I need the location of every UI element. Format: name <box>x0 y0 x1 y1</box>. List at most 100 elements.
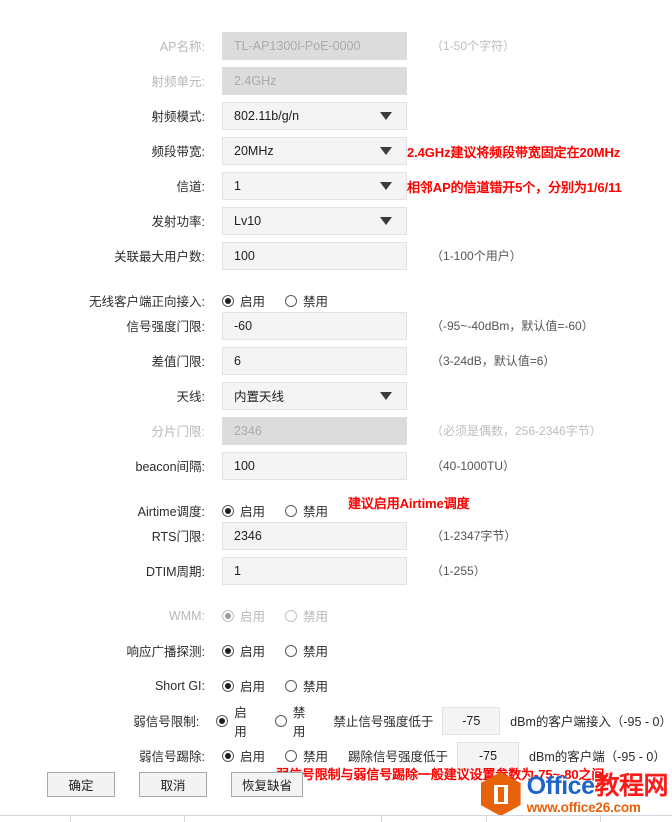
label-band_width: 频段带宽: <box>151 145 205 159</box>
bottom-tick <box>600 815 601 822</box>
select-radio_mode[interactable]: 802.11b/g/n <box>222 101 407 130</box>
radio-dot <box>285 644 298 657</box>
radio-label: 禁用 <box>303 680 329 694</box>
select-value: 20MHz <box>234 143 274 158</box>
control-band_width: 20MHz <box>222 136 407 165</box>
bottom-tick <box>486 815 487 822</box>
input-radio_unit: 2.4GHz <box>222 66 407 95</box>
probe_resp-radio-disable[interactable]: 禁用 <box>285 641 328 660</box>
form-row-wmm: WMM: 启用 禁用 <box>0 598 672 633</box>
control-radio_mode: 802.11b/g/n <box>222 101 407 130</box>
form-row-max_clients: 关联最大用户数: 100 （1-100个用户） <box>0 238 672 273</box>
control-max_clients: 100 <box>222 241 407 270</box>
label-dtim: DTIM周期: <box>145 565 205 579</box>
radio-label: 启用 <box>240 680 266 694</box>
radio-label: 启用 <box>240 750 266 764</box>
control-signal_thresh: -60 <box>222 311 407 340</box>
form-row-weak-signal-limit: 弱信号限制: 启用 禁用 禁止信号强度低于 -75 dBm的客户端接入（-95 - 0） <box>0 702 672 740</box>
control-channel: 1 <box>222 171 407 200</box>
control-radio_unit: 2.4GHz <box>222 66 407 95</box>
input-dtim[interactable]: 1 <box>222 556 407 585</box>
default-button[interactable]: 恢复缺省 <box>231 772 304 797</box>
weak-signal-limit-radio-group: 启用 禁用 <box>216 702 333 740</box>
form-row-rts_thresh: RTS门限: 2346 （1-2347字节） <box>0 518 672 553</box>
chevron-down-icon <box>380 111 392 120</box>
office-hex-icon <box>480 772 521 816</box>
radio-label: 禁用 <box>303 750 329 764</box>
radio-dot <box>222 294 234 307</box>
control-beacon: 100 <box>222 451 407 480</box>
control-antenna: 内置天线 <box>222 381 407 410</box>
chevron-down-icon <box>380 391 392 400</box>
control-tx_power: Lv10 <box>222 206 407 235</box>
prefix-text-weak-signal-limit: 禁止信号强度低于 <box>333 715 434 729</box>
probe_resp-radio-enable[interactable]: 启用 <box>222 641 265 660</box>
radio-label: 禁用 <box>303 610 329 624</box>
select-band_width[interactable]: 20MHz <box>222 136 407 165</box>
weak-signal-limit-radio-enable[interactable]: 启用 <box>216 702 255 740</box>
short_gi-radio-enable[interactable]: 启用 <box>222 676 265 695</box>
form-row-signal_thresh: 信号强度门限: -60 （-95~-40dBm，默认值=-60） <box>0 308 672 343</box>
label-tx_power: 发射功率: <box>151 215 205 229</box>
select-tx_power[interactable]: Lv10 <box>222 206 407 235</box>
select-antenna[interactable]: 内置天线 <box>222 381 407 410</box>
select-channel[interactable]: 1 <box>222 171 407 200</box>
hint-diff_thresh: （3-24dB，默认值=6） <box>431 354 556 368</box>
label-antenna: 天线: <box>176 390 205 404</box>
form-row-frag_thresh: 分片门限: 2346 （必须是偶数，256-2346字节） <box>0 413 672 448</box>
control-short_gi: 启用 禁用 <box>222 676 348 695</box>
weak-signal-limit-radio-disable[interactable]: 禁用 <box>274 702 314 740</box>
note_bandwidth: 2.4GHz建议将频段带宽固定在20MHz <box>407 145 621 160</box>
hint-frag_thresh: （必须是偶数，256-2346字节） <box>431 424 602 438</box>
radio-label: 禁用 <box>303 645 329 659</box>
hint-rts_thresh: （1-2347字节） <box>431 529 517 543</box>
label-ap_name: AP名称: <box>159 40 205 54</box>
radio-dot <box>222 644 234 657</box>
form-row-dtim: DTIM周期: 1 （1-255） <box>0 553 672 588</box>
control-rts_thresh: 2346 <box>222 521 407 550</box>
radio-label: 启用 <box>240 645 266 659</box>
label-signal_thresh: 信号强度门限: <box>126 320 205 334</box>
ok-button[interactable]: 确定 <box>47 772 115 797</box>
label-probe_resp: 响应广播探测: <box>126 645 205 659</box>
form-row-diff_thresh: 差值门限: 6 （3-24dB，默认值=6） <box>0 343 672 378</box>
form-row-beacon: beacon间隔: 100 （40-1000TU） <box>0 448 672 483</box>
suffix-text-weak-signal-kick: dBm的客户端（-95 - 0） <box>529 750 666 764</box>
radio-dot <box>222 679 234 692</box>
short_gi-radio-group: 启用 禁用 <box>222 676 348 695</box>
input-rts_thresh[interactable]: 2346 <box>222 521 407 550</box>
cancel-button[interactable]: 取消 <box>139 772 207 797</box>
hint-signal_thresh: （-95~-40dBm，默认值=-60） <box>431 319 594 333</box>
input-max_clients[interactable]: 100 <box>222 241 407 270</box>
weak-signal-kick-radio-enable[interactable]: 启用 <box>222 746 265 765</box>
bottom-tick <box>184 815 185 822</box>
wmm-radio-disable: 禁用 <box>285 606 328 625</box>
input-signal_thresh[interactable]: -60 <box>222 311 407 340</box>
control-weak-signal-limit: 启用 禁用 禁止信号强度低于 -75 dBm的客户端接入（-95 - 0） <box>216 702 672 740</box>
watermark-url: www.office26.com <box>526 799 641 815</box>
label-frag_thresh: 分片门限: <box>151 425 205 439</box>
input-diff_thresh[interactable]: 6 <box>222 346 407 375</box>
radio-dot <box>222 504 234 517</box>
watermark-title: Office教程网 <box>527 773 669 799</box>
label-max_clients: 关联最大用户数: <box>114 250 205 264</box>
radio-dot <box>274 714 287 727</box>
control-wmm: 启用 禁用 <box>222 606 348 625</box>
short_gi-radio-disable[interactable]: 禁用 <box>285 676 328 695</box>
form-row-antenna: 天线: 内置天线 <box>0 378 672 413</box>
note_channel: 相邻AP的信道错开5个，分别为1/6/11 <box>407 180 622 195</box>
select-value: 802.11b/g/n <box>234 108 300 123</box>
input-beacon[interactable]: 100 <box>222 451 407 480</box>
radio-dot <box>222 609 234 622</box>
wmm-radio-group: 启用 禁用 <box>222 606 348 625</box>
hint-dtim: （1-255） <box>431 564 486 578</box>
weak-signal-kick-radio-disable[interactable]: 禁用 <box>285 746 328 765</box>
select-value: 1 <box>234 178 241 193</box>
radio-dot <box>222 749 234 762</box>
input-ap_name: TL-AP1300I-PoE-0000 <box>222 31 407 60</box>
bottom-tick <box>70 815 71 822</box>
form-row-radio_mode: 射频模式: 802.11b/g/n <box>0 98 672 133</box>
radio-dot <box>285 749 298 762</box>
hint-ap_name: （1-50个字符） <box>431 39 516 53</box>
input-weak-signal-limit[interactable]: -75 <box>442 706 501 735</box>
